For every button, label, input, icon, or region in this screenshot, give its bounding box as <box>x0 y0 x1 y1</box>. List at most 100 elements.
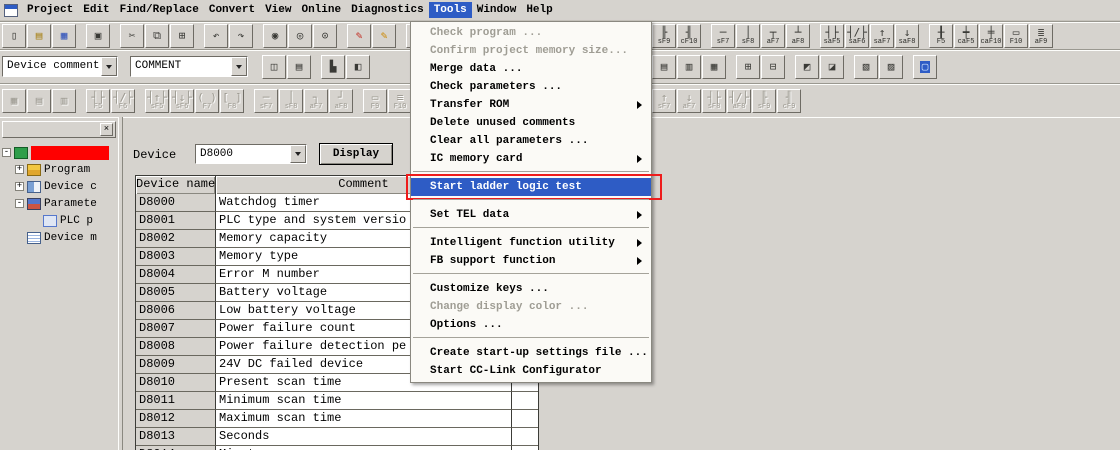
horizontal-line-icon[interactable]: ─ sF7 <box>711 24 735 48</box>
tile-windows-icon[interactable]: ◧ <box>346 55 370 79</box>
device-batch-icon[interactable]: ◪ <box>820 55 844 79</box>
data-type-combo[interactable]: Device comment <box>2 56 118 77</box>
copy-icon[interactable]: ⧉ <box>145 24 169 48</box>
menuitem-set-tel-data[interactable]: Set TEL data <box>411 206 651 224</box>
open-contact-key-icon[interactable]: ┤├ F5 <box>86 89 110 113</box>
find-next-icon[interactable]: ◎ <box>288 24 312 48</box>
closed-branch-key-icon[interactable]: ┤↓├ sF6 <box>170 89 194 113</box>
comment-grid-icon[interactable]: ▤ <box>287 55 311 79</box>
menuitem-start-cc-link-configurator[interactable]: Start CC-Link Configurator <box>411 362 651 380</box>
ladder-monitor-icon[interactable]: ▢ <box>913 55 937 79</box>
tree-expander-icon[interactable]: - <box>15 199 24 208</box>
delete-vline-icon[interactable]: ┴ aF8 <box>786 24 810 48</box>
pulse-close-key-icon[interactable]: ┤/├ aF8 <box>727 89 751 113</box>
close-branch-icon[interactable]: ╢ cF10 <box>677 24 701 48</box>
app-window-icon[interactable] <box>4 4 18 17</box>
delete-hline-icon[interactable]: ┬ aF7 <box>761 24 785 48</box>
coil-key-icon[interactable]: ( ) F7 <box>195 89 219 113</box>
menuitem-delete-unused-comments[interactable]: Delete unused comments <box>411 114 651 132</box>
rung-key-icon[interactable]: ▭ F9 <box>363 89 387 113</box>
table-tool-icon[interactable]: ▤ <box>27 89 51 113</box>
menuitem-customize-keys[interactable]: Customize keys ... <box>411 280 651 298</box>
menu-edit[interactable]: Edit <box>78 2 114 18</box>
tree-expander-icon[interactable] <box>15 233 24 242</box>
vline-key-icon[interactable]: │ sF8 <box>279 89 303 113</box>
delete-vline-key-icon[interactable]: ┘ aF8 <box>329 89 353 113</box>
device-comment-display-icon[interactable]: ▤ <box>652 55 676 79</box>
invert-result-icon[interactable]: ╪ caF10 <box>979 24 1003 48</box>
menuitem-fb-support-function[interactable]: FB support function <box>411 252 651 270</box>
menuitem-options[interactable]: Options ... <box>411 316 651 334</box>
coil-icon[interactable]: ▭ F10 <box>1004 24 1028 48</box>
menu-item[interactable] <box>411 171 651 178</box>
read-mode-icon[interactable]: ✎ <box>372 24 396 48</box>
statement-display-icon[interactable]: ▥ <box>677 55 701 79</box>
menu-item[interactable] <box>411 227 651 234</box>
close-icon[interactable]: × <box>100 123 113 136</box>
alias-display-icon[interactable]: ⊞ <box>736 55 760 79</box>
menuitem-ic-memory-card[interactable]: IC memory card <box>411 150 651 168</box>
save-project-icon[interactable]: ▦ <box>52 24 76 48</box>
print-icon[interactable]: ▣ <box>86 24 110 48</box>
replace-icon[interactable]: ⊙ <box>313 24 337 48</box>
contact-icon[interactable]: ╂ F5 <box>929 24 953 48</box>
cut-icon[interactable]: ✂ <box>120 24 144 48</box>
tree-expander-icon[interactable]: + <box>15 182 24 191</box>
open-branch-key-icon[interactable]: ┤↑├ sF5 <box>145 89 169 113</box>
parallel-contact-icon[interactable]: ┿ caF5 <box>954 24 978 48</box>
closed-contact-key-icon[interactable]: ┤/├ F6 <box>111 89 135 113</box>
tree-expander-icon[interactable]: - <box>2 148 11 157</box>
menuitem-confirm-project-memory-size[interactable]: Confirm project memory size... <box>411 42 651 60</box>
menu-item[interactable] <box>411 273 651 280</box>
menu-item[interactable] <box>411 337 651 344</box>
chevron-down-icon[interactable] <box>290 145 306 163</box>
tree-item-device-memory[interactable]: Device m <box>0 229 118 246</box>
project-tree-panel-header[interactable]: × <box>2 121 116 138</box>
menuitem-start-ladder-logic-test[interactable]: Start ladder logic test <box>411 178 651 196</box>
instruction-icon[interactable]: ≣ aF9 <box>1029 24 1053 48</box>
comment-cell[interactable]: Maximum scan time <box>216 410 512 428</box>
hline-key-icon[interactable]: ─ sF7 <box>254 89 278 113</box>
list-tool-icon[interactable]: ▥ <box>52 89 76 113</box>
menuitem-change-display-color[interactable]: Change display color ... <box>411 298 651 316</box>
menu-online[interactable]: Online <box>296 2 346 18</box>
merge-key-icon[interactable]: ╢ cF9 <box>777 89 801 113</box>
branch-key-icon[interactable]: ╟ sF9 <box>752 89 776 113</box>
menu-tools[interactable]: Tools <box>429 2 472 18</box>
menuitem-merge-data[interactable]: Merge data ... <box>411 60 651 78</box>
open-project-icon[interactable]: ▤ <box>27 24 51 48</box>
paste-icon[interactable]: ⊞ <box>170 24 194 48</box>
end-key-icon[interactable]: ≡ F10 <box>388 89 412 113</box>
menuitem-intelligent-function-utility[interactable]: Intelligent function utility <box>411 234 651 252</box>
menu-project[interactable]: Project <box>22 2 78 18</box>
find-icon[interactable]: ◉ <box>263 24 287 48</box>
tree-expander-icon[interactable] <box>31 216 40 225</box>
menu-convert[interactable]: Convert <box>204 2 260 18</box>
fall-key-icon[interactable]: ↓ aF7 <box>677 89 701 113</box>
menu-help[interactable]: Help <box>521 2 557 18</box>
menuitem-check-program[interactable]: Check program ... <box>411 24 651 42</box>
redo-icon[interactable]: ↷ <box>229 24 253 48</box>
program-monitor-icon[interactable]: ▨ <box>879 55 903 79</box>
find-comment-icon[interactable]: ◫ <box>262 55 286 79</box>
tree-item-program[interactable]: + Program <box>0 161 118 178</box>
comment-cell[interactable]: Seconds <box>216 428 512 446</box>
menuitem-create-startup-settings-file[interactable]: Create start-up settings file ... <box>411 344 651 362</box>
menu-view[interactable]: View <box>260 2 296 18</box>
delete-hline-key-icon[interactable]: ┐ aF7 <box>304 89 328 113</box>
menu-window[interactable]: Window <box>472 2 522 18</box>
comment-cell[interactable]: Minutes <box>216 446 512 450</box>
macro-display-icon[interactable]: ⊟ <box>761 55 785 79</box>
menuitem-clear-all-parameters[interactable]: Clear all parameters ... <box>411 132 651 150</box>
tree-expander-icon[interactable]: + <box>15 165 24 174</box>
device-test-icon[interactable]: ◩ <box>795 55 819 79</box>
grid-tool-icon[interactable]: ▦ <box>2 89 26 113</box>
rise-key-icon[interactable]: ↑ sF7 <box>652 89 676 113</box>
pulse-key-icon[interactable]: ┤├ sF8 <box>702 89 726 113</box>
open-branch-icon[interactable]: ╟ sF9 <box>652 24 676 48</box>
rising-pulse-icon[interactable]: ↑ saF7 <box>870 24 894 48</box>
menu-find-replace[interactable]: Find/Replace <box>115 2 204 18</box>
vertical-line-icon[interactable]: │ sF8 <box>736 24 760 48</box>
write-mode-icon[interactable]: ✎ <box>347 24 371 48</box>
note-display-icon[interactable]: ▦ <box>702 55 726 79</box>
